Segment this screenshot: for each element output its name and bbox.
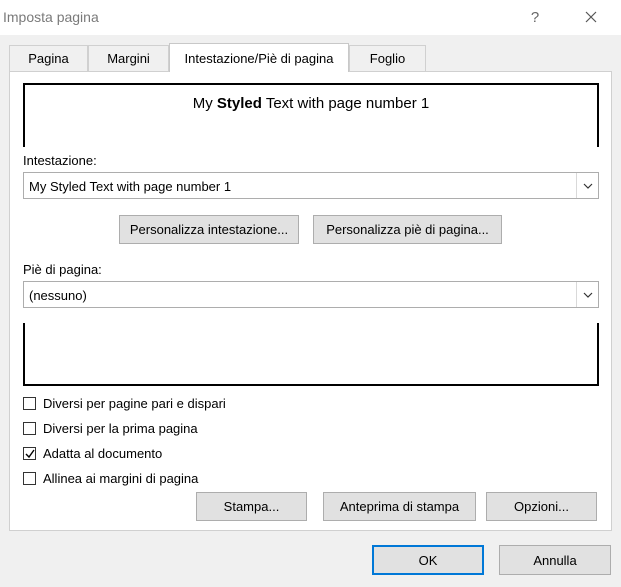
footer-dropdown[interactable]: (nessuno) — [23, 281, 599, 308]
title-bar: Imposta pagina ? — [0, 0, 621, 35]
header-dropdown-value: My Styled Text with page number 1 — [29, 179, 232, 194]
header-preview-suffix: Text with page number 1 — [261, 95, 430, 112]
tab-foglio[interactable]: Foglio — [349, 45, 426, 71]
header-preview: My Styled Text with page number 1 — [23, 83, 599, 147]
tab-pagina[interactable]: Pagina — [9, 45, 88, 71]
help-button[interactable]: ? — [521, 4, 549, 30]
footer-preview — [23, 323, 599, 386]
tab-margini[interactable]: Margini — [88, 45, 169, 71]
checkbox-scale-with-document[interactable]: Adatta al documento — [23, 444, 162, 462]
options-button[interactable]: Opzioni... — [486, 492, 597, 521]
close-icon — [585, 11, 597, 23]
ok-button[interactable]: OK — [372, 545, 484, 575]
checkbox-first-page[interactable]: Diversi per la prima pagina — [23, 419, 198, 437]
chevron-down-icon — [583, 292, 592, 298]
header-preview-text: My Styled Text with page number 1 — [25, 95, 597, 112]
checkbox-label: Allinea ai margini di pagina — [43, 470, 199, 486]
checkbox-box[interactable] — [23, 471, 36, 485]
checkbox-align-margins[interactable]: Allinea ai margini di pagina — [23, 469, 198, 487]
footer-dropdown-value: (nessuno) — [29, 288, 87, 303]
checkbox-box[interactable] — [23, 446, 36, 460]
checkbox-label: Diversi per la prima pagina — [43, 420, 198, 436]
checkbox-box[interactable] — [23, 396, 36, 410]
print-preview-button[interactable]: Anteprima di stampa — [323, 492, 476, 521]
header-preview-bold: Styled — [216, 95, 262, 112]
header-footer-panel: My Styled Text with page number 1 Intest… — [9, 71, 612, 531]
footer-dropdown-arrow[interactable] — [576, 282, 598, 307]
checkbox-label: Adatta al documento — [43, 445, 163, 461]
page-setup-dialog: Imposta pagina ? Pagina Margini Intestaz… — [0, 0, 621, 587]
footer-label: Piè di pagina: — [23, 262, 102, 277]
header-preview-prefix: My — [192, 95, 217, 112]
print-button[interactable]: Stampa... — [196, 492, 307, 521]
close-button[interactable] — [577, 4, 605, 30]
checkbox-box[interactable] — [23, 421, 36, 435]
custom-header-button[interactable]: Personalizza intestazione... — [119, 215, 299, 244]
custom-footer-button[interactable]: Personalizza piè di pagina... — [313, 215, 502, 244]
window-title: Imposta pagina — [3, 9, 99, 25]
checkbox-odd-even[interactable]: Diversi per pagine pari e dispari — [23, 394, 226, 412]
tab-intestazione-pie-di-pagina[interactable]: Intestazione/Piè di pagina — [169, 43, 349, 72]
cancel-button[interactable]: Annulla — [499, 545, 611, 575]
checkbox-label: Diversi per pagine pari e dispari — [43, 395, 226, 411]
header-dropdown[interactable]: My Styled Text with page number 1 — [23, 172, 599, 199]
checkmark-icon — [25, 449, 35, 458]
header-dropdown-arrow[interactable] — [576, 173, 598, 198]
chevron-down-icon — [583, 183, 592, 189]
header-label: Intestazione: — [23, 153, 97, 168]
